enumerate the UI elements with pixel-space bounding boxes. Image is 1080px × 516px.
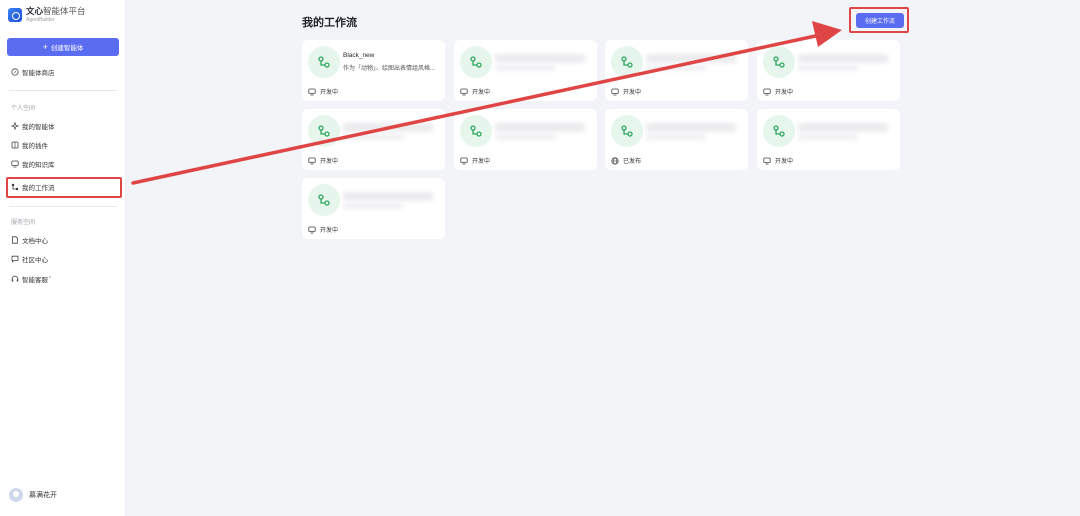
redacted-name: [798, 54, 888, 63]
workflow-card[interactable]: 开发中: [454, 40, 597, 101]
chat-icon: [11, 255, 19, 263]
redacted-name: [495, 54, 585, 63]
redacted-description: [646, 134, 706, 140]
sidebar: 文心智能体平台 AgentBuilder + 创建智能体 智能体商店 个人空间 …: [0, 0, 126, 516]
monitor-icon: [308, 226, 316, 234]
workflow-nav-highlight: [6, 177, 122, 198]
sparkle-icon: [11, 122, 19, 130]
redacted-name: [343, 123, 433, 132]
sidebar-divider: [9, 90, 117, 91]
sidebar-item-docs[interactable]: 文档中心: [11, 233, 48, 247]
workflow-name: Black_new: [343, 52, 375, 59]
workflow-icon: [460, 46, 492, 78]
redacted-description: [798, 65, 858, 71]
headset-icon: [11, 275, 19, 283]
workflow-status: 开发中: [611, 87, 641, 96]
redacted-description: [495, 65, 555, 71]
workflow-card[interactable]: Black_new 作为「动物」、绘图出表情组风格... 开发中: [302, 40, 445, 101]
workflow-card[interactable]: 已发布: [605, 109, 748, 170]
workflow-icon: [460, 115, 492, 147]
user-profile[interactable]: 慕满花开: [9, 488, 57, 502]
monitor-icon: [763, 157, 771, 165]
user-name: 慕满花开: [29, 492, 57, 499]
workflow-card[interactable]: 开发中: [454, 109, 597, 170]
monitor-icon: [611, 88, 619, 96]
sidebar-item-my-agents[interactable]: 我的智能体: [11, 119, 55, 133]
redacted-name: [646, 54, 736, 63]
redacted-description: [646, 65, 706, 71]
plugin-icon: [11, 141, 19, 149]
sidebar-divider: [9, 206, 117, 207]
monitor-icon: [460, 88, 468, 96]
sidebar-item-community[interactable]: 社区中心: [11, 252, 48, 266]
create-agent-button[interactable]: + 创建智能体: [7, 38, 119, 56]
monitor-icon: [11, 160, 19, 168]
workflow-status: 开发中: [308, 156, 338, 165]
workflow-status: 开发中: [308, 87, 338, 96]
sidebar-item-store[interactable]: 智能体商店: [11, 65, 55, 79]
workflow-description: 作为「动物」、绘图出表情组风格...: [343, 66, 436, 72]
workflow-icon: [763, 115, 795, 147]
workflow-icon: [308, 184, 340, 216]
page-title: 我的工作流: [302, 17, 357, 29]
workflow-status: 开发中: [460, 156, 490, 165]
workflow-status: 开发中: [763, 87, 793, 96]
monitor-icon: [308, 157, 316, 165]
redacted-name: [646, 123, 736, 132]
redacted-description: [495, 134, 555, 140]
avatar: [9, 488, 23, 502]
brand-title: 文心智能体平台: [26, 6, 86, 16]
workflow-icon: [308, 46, 340, 78]
workflow-icon: [763, 46, 795, 78]
redacted-description: [798, 134, 858, 140]
monitor-icon: [308, 88, 316, 96]
redacted-description: [343, 134, 403, 140]
redacted-description: [343, 203, 403, 209]
plus-icon: +: [42, 41, 48, 52]
sidebar-item-support[interactable]: 智能客服 *: [11, 272, 51, 286]
workflow-card[interactable]: 开发中: [605, 40, 748, 101]
brand-subtitle: AgentBuilder: [26, 16, 55, 23]
workflow-card[interactable]: 开发中: [302, 178, 445, 239]
logo[interactable]: 文心智能体平台 AgentBuilder: [8, 7, 86, 23]
workflow-icon: [308, 115, 340, 147]
monitor-icon: [460, 157, 468, 165]
globe-icon: [611, 156, 619, 165]
create-workflow-button[interactable]: 创建工作流: [856, 13, 904, 28]
document-icon: [11, 236, 19, 244]
workflow-status: 开发中: [308, 225, 338, 234]
workflow-status: 已发布: [611, 156, 641, 165]
sidebar-item-my-knowledge[interactable]: 我的知识库: [11, 157, 55, 171]
support-badge: *: [49, 276, 51, 282]
redacted-name: [798, 123, 888, 132]
compass-icon: [11, 68, 19, 76]
redacted-name: [343, 192, 433, 201]
workflow-card[interactable]: 开发中: [302, 109, 445, 170]
workflow-status: 开发中: [763, 156, 793, 165]
redacted-name: [495, 123, 585, 132]
section-service: 服务空间: [11, 220, 36, 226]
brand-logo-icon: [8, 7, 22, 22]
section-personal: 个人空间: [11, 106, 36, 112]
workflow-card[interactable]: 开发中: [757, 109, 900, 170]
workflow-icon: [611, 115, 643, 147]
sidebar-item-my-plugins[interactable]: 我的插件: [11, 138, 48, 152]
workflow-icon: [611, 46, 643, 78]
workflow-card[interactable]: 开发中: [757, 40, 900, 101]
workflow-status: 开发中: [460, 87, 490, 96]
monitor-icon: [763, 88, 771, 96]
